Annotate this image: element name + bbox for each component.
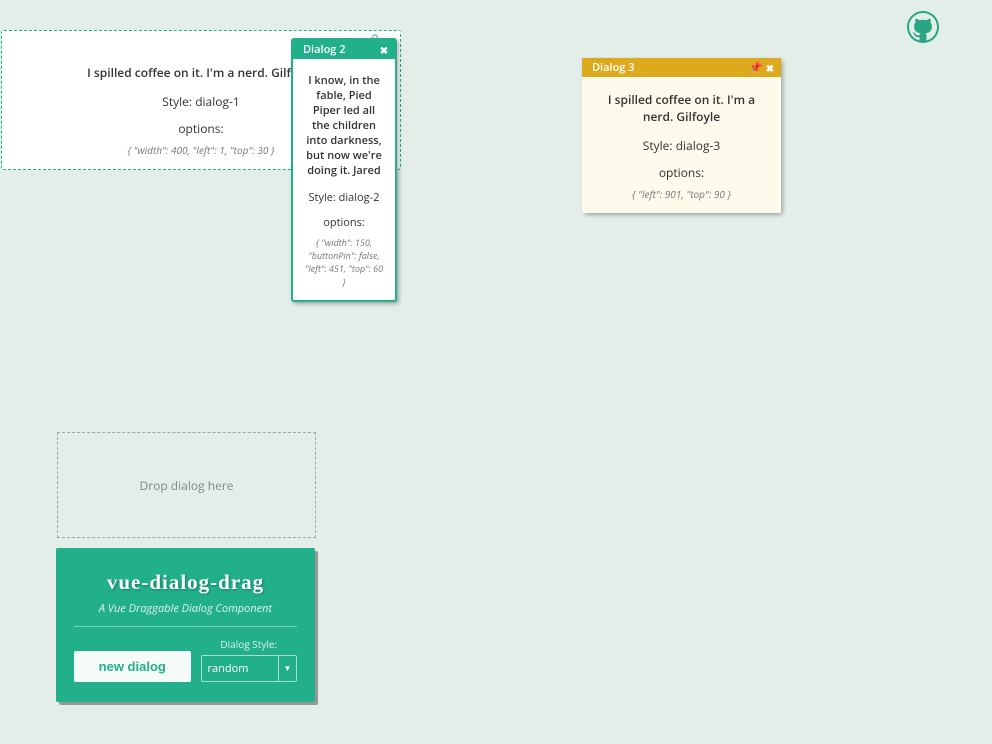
dialog-3[interactable]: Dialog 3 📌 ✖ I spilled coffee on it. I'm… (582, 58, 781, 213)
panel-subtitle: A Vue Draggable Dialog Component (74, 601, 297, 616)
dialog-2-style: Style: dialog-2 (303, 190, 385, 205)
dialog-2-quote: I know, in the fable, Pied Piper led all… (303, 73, 385, 178)
dialog-2-options-json: { "width": 150, "buttonPin": false, "lef… (303, 236, 385, 288)
panel-title: vue-dialog-drag (74, 570, 297, 595)
pin-icon[interactable]: 📌 (749, 61, 763, 75)
divider (74, 626, 297, 627)
close-icon[interactable]: ✖ (377, 43, 391, 57)
control-panel: vue-dialog-drag A Vue Draggable Dialog C… (56, 548, 315, 702)
dialog-2-options-label: options: (303, 215, 385, 230)
chevron-down-icon: ▼ (278, 656, 296, 681)
drop-zone-label: Drop dialog here (140, 477, 234, 494)
dialog-2-header[interactable]: Dialog 2 ✖ (293, 40, 395, 59)
dialog-3-options-label: options: (592, 164, 771, 181)
style-select-label: Dialog Style: (201, 637, 298, 651)
dialog-3-options-json: { "left": 901, "top": 90 } (592, 187, 771, 201)
close-icon[interactable]: ✖ (763, 61, 777, 75)
dialog-3-body: I spilled coffee on it. I'm a nerd. Gilf… (582, 77, 781, 213)
new-dialog-button[interactable]: new dialog (74, 651, 191, 682)
github-link[interactable] (907, 11, 939, 43)
dialog-3-style: Style: dialog-3 (592, 137, 771, 154)
style-select-value: random (202, 656, 279, 681)
dialog-3-quote: I spilled coffee on it. I'm a nerd. Gilf… (592, 91, 771, 125)
github-icon (909, 13, 937, 41)
dialog-2[interactable]: Dialog 2 ✖ I know, in the fable, Pied Pi… (291, 38, 397, 302)
dialog-2-body: I know, in the fable, Pied Piper led all… (293, 59, 395, 300)
dialog-2-title: Dialog 2 (297, 42, 377, 57)
dialog-3-title: Dialog 3 (586, 60, 749, 75)
style-select[interactable]: random ▼ (201, 655, 298, 682)
dialog-3-header[interactable]: Dialog 3 📌 ✖ (582, 58, 781, 77)
drop-zone[interactable]: Drop dialog here (57, 432, 316, 538)
